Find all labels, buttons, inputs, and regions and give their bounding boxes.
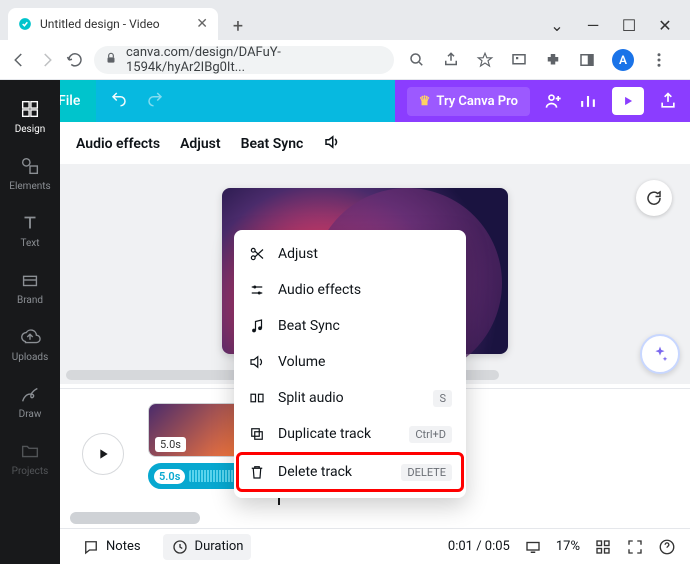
browser-titlebar: Untitled design - Video ✕ + ⌄ — ☐ ✕ [0,0,690,40]
help-icon[interactable] [658,538,676,556]
left-rail: Design Elements Text Brand Uploads Draw … [0,80,60,564]
rail-brand[interactable]: Brand [0,261,60,314]
tab-close-icon[interactable]: ✕ [196,16,208,32]
ctx-duplicate-track[interactable]: Duplicate trackCtrl+D [234,416,466,452]
trash-icon [248,463,266,481]
minimize-icon[interactable]: — [586,18,600,32]
ctx-volume[interactable]: Volume [234,344,466,380]
share-export-icon[interactable] [658,91,678,111]
video-clip[interactable]: 5.0s [148,403,244,457]
new-tab-button[interactable]: + [224,12,252,40]
fullscreen-icon[interactable] [626,538,644,556]
close-window-icon[interactable]: ✕ [658,18,672,32]
rail-draw[interactable]: Draw [0,375,60,428]
magic-button[interactable] [640,334,680,374]
lock-icon [104,51,118,69]
sec-audio-effects[interactable]: Audio effects [76,136,160,152]
redo-icon[interactable] [146,90,164,112]
window-controls: ⌄ — ☐ ✕ [550,18,682,40]
ctx-split-audio[interactable]: Split audioS [234,380,466,416]
regenerate-button[interactable] [636,180,672,216]
analytics-icon[interactable] [578,91,598,111]
split-icon [248,389,266,407]
star-icon[interactable] [476,51,494,69]
time-display: 0:01 / 0:05 [448,539,510,554]
timeline-play-button[interactable] [82,433,124,475]
present-button[interactable] [612,87,644,115]
ctx-beat-sync[interactable]: Beat Sync [234,308,466,344]
collaborators-icon[interactable] [544,91,564,111]
speaker-icon [248,353,266,371]
try-pro-button[interactable]: ♛Try Canva Pro [407,87,530,116]
audio-duration-badge: 5.0s [154,469,185,484]
footer-bar: Notes Duration 0:01 / 0:05 17% [60,528,690,564]
canva-top-bar: File ♛Try Canva Pro [0,80,690,122]
sliders-icon [248,281,266,299]
profile-avatar[interactable]: A [612,49,634,71]
forward-icon[interactable] [38,51,56,69]
share-icon[interactable] [442,51,460,69]
rail-uploads[interactable]: Uploads [0,318,60,371]
sec-beat-sync[interactable]: Beat Sync [241,136,304,152]
maximize-icon[interactable]: ☐ [622,18,636,32]
browser-tab[interactable]: Untitled design - Video ✕ [8,8,218,40]
search-zoom-icon[interactable] [408,51,426,69]
rail-projects[interactable]: Projects [0,432,60,485]
sidepanel-icon[interactable] [578,51,596,69]
duplicate-icon [248,425,266,443]
back-icon[interactable] [10,51,28,69]
ctx-adjust[interactable]: Adjust [234,236,466,272]
rail-elements[interactable]: Elements [0,147,60,200]
notes-button[interactable]: Notes [74,534,149,560]
volume-icon[interactable] [323,133,341,155]
shortcut-badge: S [433,390,452,407]
extensions-icon[interactable] [544,51,562,69]
duration-button[interactable]: Duration [163,534,252,560]
crown-icon: ♛ [419,94,431,109]
canva-favicon [18,17,32,31]
install-icon[interactable] [510,51,528,69]
rail-text[interactable]: Text [0,204,60,257]
chevron-down-icon[interactable]: ⌄ [550,18,564,32]
context-menu: Adjust Audio effects Beat Sync Volume Sp… [234,230,466,498]
ctx-audio-effects[interactable]: Audio effects [234,272,466,308]
url-text: canva.com/design/DAFuY-1594k/hyAr2IBg0It… [126,45,384,75]
timeline-h-scrollbar[interactable] [70,512,680,524]
rail-design[interactable]: Design [0,90,60,143]
tab-title: Untitled design - Video [40,17,160,31]
scissors-icon [248,245,266,263]
sec-adjust[interactable]: Adjust [180,136,221,152]
ctx-delete-track[interactable]: Delete trackDELETE [238,454,462,490]
view-mode-icon[interactable] [524,538,542,556]
url-box[interactable]: canva.com/design/DAFuY-1594k/hyAr2IBg0It… [94,46,394,74]
grid-view-icon[interactable] [594,538,612,556]
video-duration-badge: 5.0s [155,437,186,452]
shortcut-badge: DELETE [401,464,452,481]
shortcut-badge: Ctrl+D [409,426,452,443]
secondary-toolbar: Audio effects Adjust Beat Sync [60,122,690,166]
zoom-display[interactable]: 17% [556,539,580,554]
browser-address-bar: canva.com/design/DAFuY-1594k/hyAr2IBg0It… [0,40,690,80]
kebab-menu-icon[interactable] [650,51,668,69]
undo-icon[interactable] [110,90,128,112]
reload-icon[interactable] [66,51,84,69]
music-note-icon [248,317,266,335]
